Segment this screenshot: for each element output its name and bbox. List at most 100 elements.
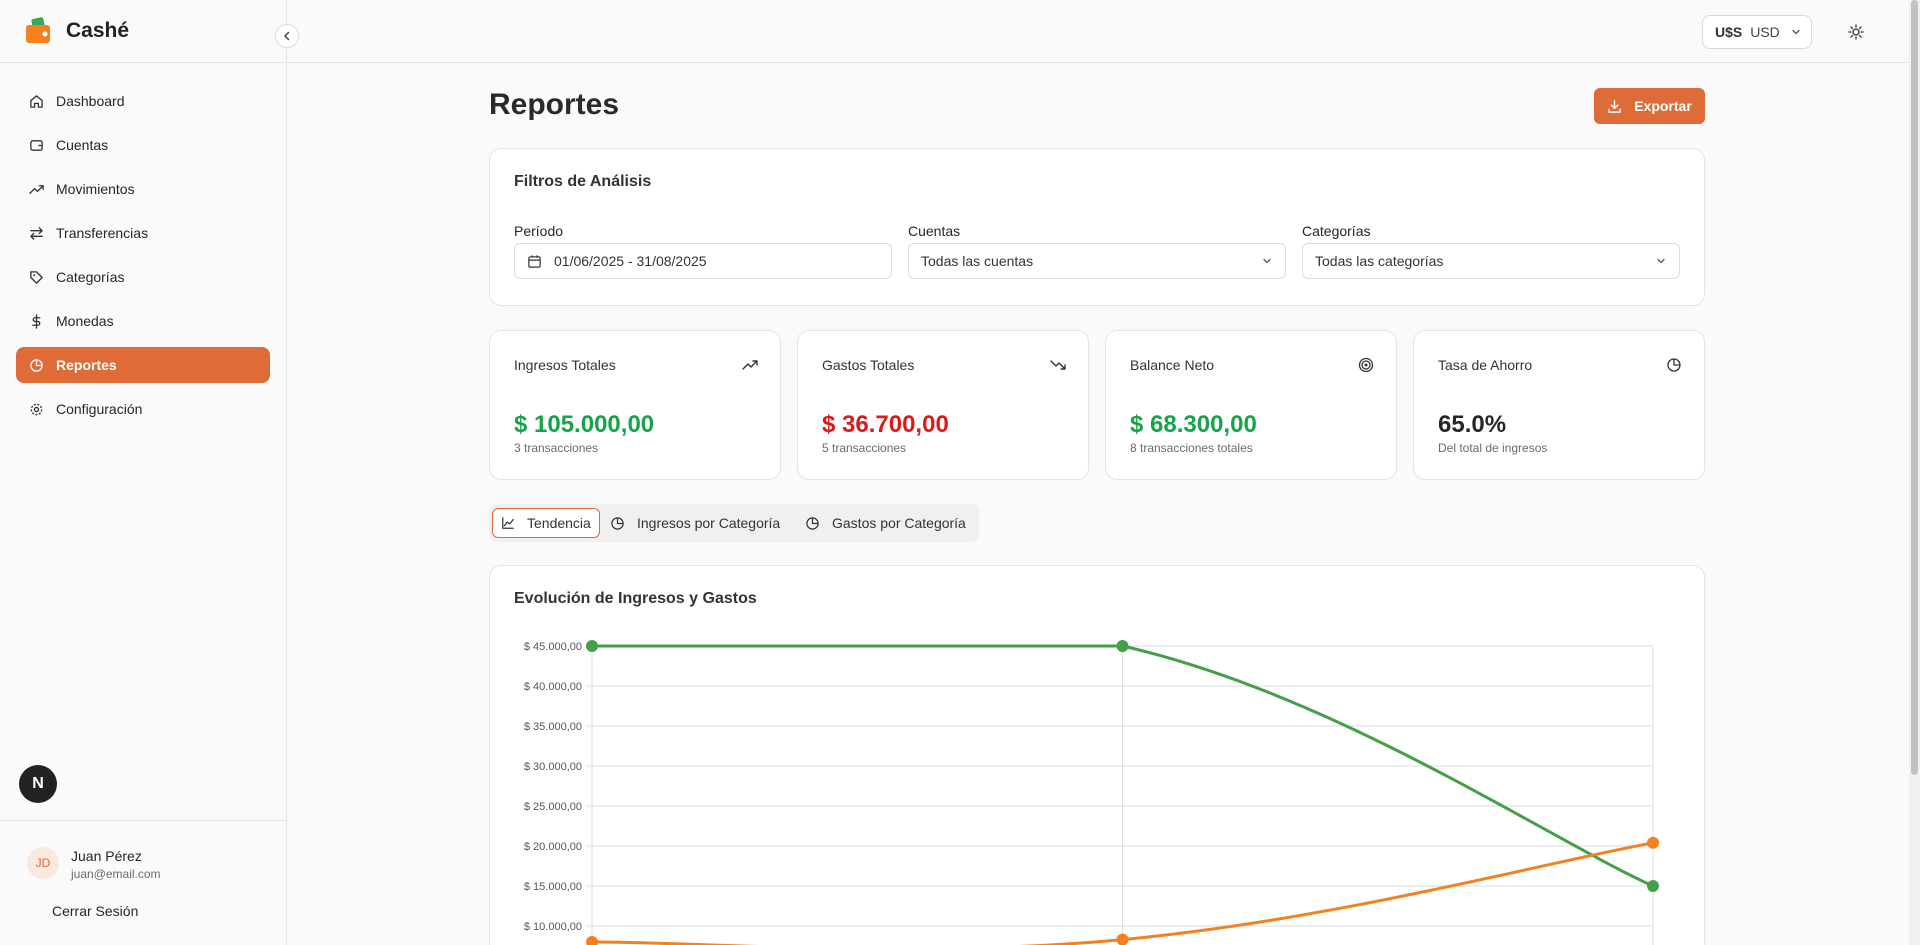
sidebar-item-movimientos[interactable]: Movimientos xyxy=(16,171,270,207)
sidebar-item-label: Monedas xyxy=(56,313,114,329)
collapse-sidebar-button[interactable] xyxy=(275,24,299,48)
brand-name: Cashé xyxy=(66,19,130,42)
export-label: Exportar xyxy=(1634,98,1692,114)
pie-chart-icon xyxy=(806,516,819,530)
currency-selector[interactable]: U$S USD xyxy=(1702,15,1812,49)
sidebar-item-monedas[interactable]: Monedas xyxy=(16,303,270,339)
period-value: 01/06/2025 - 31/08/2025 xyxy=(554,253,707,269)
stat-value: 65.0% xyxy=(1438,411,1507,438)
sidebar-item-dashboard[interactable]: Dashboard xyxy=(16,83,270,119)
sidebar-item-transferencias[interactable]: Transferencias xyxy=(16,215,270,251)
tab-label: Ingresos por Categoría xyxy=(637,515,781,531)
export-button[interactable]: Exportar xyxy=(1594,88,1705,124)
n-logo-icon[interactable]: N xyxy=(19,765,57,803)
stat-card-savings-rate: Tasa de Ahorro 65.0% Del total de ingres… xyxy=(1413,330,1705,480)
chevron-down-icon xyxy=(1792,29,1800,35)
home-icon xyxy=(28,93,44,109)
trend-chart-card: Evolución de Ingresos y Gastos $ 45.000,… xyxy=(489,565,1705,945)
tab-gastos-por-categoria[interactable]: Gastos por Categoría xyxy=(797,508,974,538)
stat-value: $ 68.300,00 xyxy=(1130,411,1257,438)
categories-value: Todas las categorías xyxy=(1315,253,1444,269)
y-tick-label: $ 30.000,00 xyxy=(524,761,582,773)
stat-card-expenses: Gastos Totales $ 36.700,00 5 transaccion… xyxy=(797,330,1089,480)
user-email: juan@email.com xyxy=(71,867,161,881)
target-icon xyxy=(1358,357,1374,373)
stat-card-income: Ingresos Totales $ 105.000,00 3 transacc… xyxy=(489,330,781,480)
stat-label: Ingresos Totales xyxy=(514,357,616,373)
logout-button[interactable]: Cerrar Sesión xyxy=(52,903,138,919)
y-tick-label: $ 10.000,00 xyxy=(524,921,582,933)
y-tick-label: $ 25.000,00 xyxy=(524,801,582,813)
tag-icon xyxy=(28,269,44,285)
period-date-picker[interactable]: 01/06/2025 - 31/08/2025 xyxy=(514,243,892,279)
tab-ingresos-por-categoria[interactable]: Ingresos por Categoría xyxy=(602,508,788,538)
data-point xyxy=(1647,880,1659,892)
y-tick-label: $ 20.000,00 xyxy=(524,841,582,853)
trend-line-chart[interactable]: $ 45.000,00 $ 40.000,00 $ 35.000,00 $ 30.00… xyxy=(490,566,1706,945)
user-name: Juan Pérez xyxy=(71,848,142,864)
report-tabs: Tendencia Ingresos por Categoría Gastos … xyxy=(489,504,979,542)
pie-chart-icon xyxy=(611,516,624,530)
stat-sub: 8 transacciones totales xyxy=(1130,441,1253,455)
data-point xyxy=(586,936,598,945)
gear-icon xyxy=(28,401,44,417)
categories-select[interactable]: Todas las categorías xyxy=(1302,243,1680,279)
sidebar-item-reportes[interactable]: Reportes xyxy=(16,347,270,383)
categories-label: Categorías xyxy=(1302,223,1371,239)
sidebar-nav: Dashboard Cuentas Movimientos Transferen… xyxy=(0,63,286,427)
page-title: Reportes xyxy=(489,88,620,121)
stat-sub: Del total de ingresos xyxy=(1438,441,1548,455)
page-scrollbar[interactable] xyxy=(1909,0,1920,945)
stat-sub: 5 transacciones xyxy=(822,441,907,455)
period-label: Período xyxy=(514,223,564,239)
chevron-down-icon xyxy=(1657,258,1665,264)
y-tick-label: $ 15.000,00 xyxy=(524,881,582,893)
y-tick-label: $ 45.000,00 xyxy=(524,641,582,653)
theme-toggle-button[interactable] xyxy=(1844,20,1868,44)
topbar: U$S USD xyxy=(288,0,1920,63)
pie-chart-icon xyxy=(1667,358,1681,372)
tab-label: Tendencia xyxy=(527,515,591,531)
sun-icon xyxy=(1848,24,1864,40)
scrollbar-thumb[interactable] xyxy=(1911,0,1918,775)
currency-code: USD xyxy=(1750,24,1780,40)
chevron-left-icon xyxy=(283,31,290,41)
sidebar-item-label: Transferencias xyxy=(56,225,149,241)
stat-value: $ 105.000,00 xyxy=(514,411,655,438)
avatar[interactable]: JD xyxy=(27,847,59,879)
filters-card: Filtros de Análisis Período 01/06/2025 -… xyxy=(489,148,1705,306)
calendar-icon xyxy=(527,254,542,269)
stat-value: $ 36.700,00 xyxy=(822,411,949,438)
trending-down-icon xyxy=(1050,360,1066,370)
line-chart-icon xyxy=(502,517,514,529)
filters-title: Filtros de Análisis xyxy=(514,173,652,190)
chevron-down-icon xyxy=(1263,258,1271,264)
accounts-value: Todas las cuentas xyxy=(921,253,1034,269)
sidebar-item-label: Dashboard xyxy=(56,93,125,109)
accounts-label: Cuentas xyxy=(908,223,961,239)
wallet-logo-icon xyxy=(24,16,54,46)
sidebar: Cashé Dashboard Cuentas Movimientos Tran… xyxy=(0,0,299,945)
stat-card-balance: Balance Neto $ 68.300,00 8 transacciones… xyxy=(1105,330,1397,480)
sidebar-item-cuentas[interactable]: Cuentas xyxy=(16,127,270,163)
stat-label: Balance Neto xyxy=(1130,357,1215,373)
brand[interactable]: Cashé xyxy=(0,0,286,63)
sidebar-item-configuracion[interactable]: Configuración xyxy=(16,391,270,427)
download-icon xyxy=(1608,99,1622,113)
data-point xyxy=(1116,640,1129,652)
tab-label: Gastos por Categoría xyxy=(832,515,966,531)
sidebar-item-label: Configuración xyxy=(56,401,143,417)
trending-up-icon xyxy=(28,181,44,197)
arrows-left-right-icon xyxy=(28,225,44,241)
y-tick-label: $ 40.000,00 xyxy=(524,681,582,693)
tab-tendencia[interactable]: Tendencia xyxy=(492,508,600,538)
trending-up-icon xyxy=(742,360,758,370)
user-block: JD Juan Pérez juan@email.com Cerrar Sesi… xyxy=(0,820,287,945)
sidebar-item-categorias[interactable]: Categorías xyxy=(16,259,270,295)
data-point xyxy=(1116,933,1129,945)
sidebar-item-label: Categorías xyxy=(56,269,125,285)
stat-sub: 3 transacciones xyxy=(514,441,599,455)
sidebar-item-label: Reportes xyxy=(56,357,117,373)
accounts-select[interactable]: Todas las cuentas xyxy=(908,243,1286,279)
data-point xyxy=(1647,836,1659,849)
